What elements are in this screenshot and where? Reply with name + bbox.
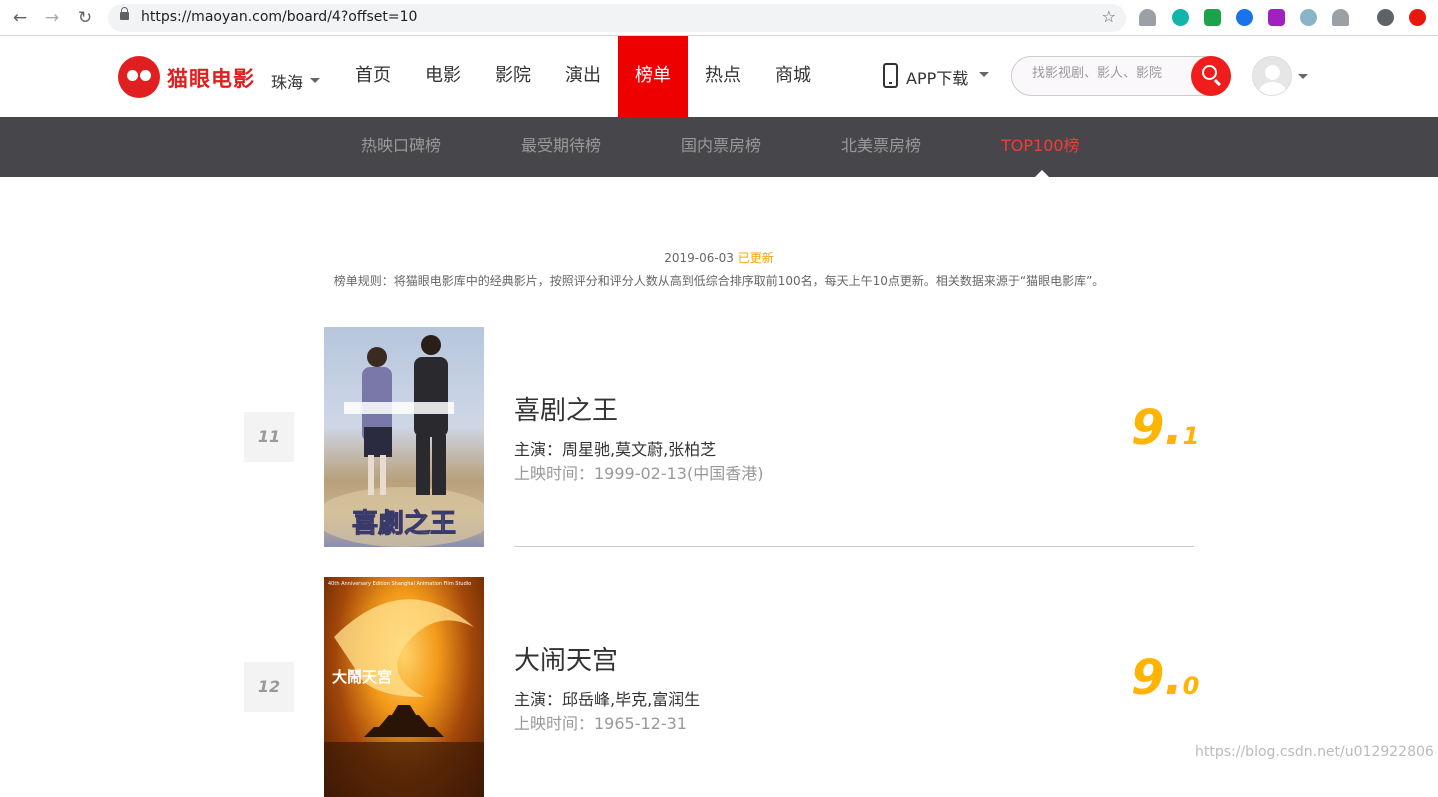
score-fraction: 1 bbox=[1182, 422, 1200, 450]
svg-text:40th Anniversary Edition Shang: 40th Anniversary Edition Shanghai Animat… bbox=[328, 581, 471, 587]
active-tab-indicator bbox=[1035, 170, 1049, 177]
svg-text:大鬧天宮: 大鬧天宮 bbox=[332, 668, 392, 686]
parachute2-extension-icon[interactable] bbox=[1332, 9, 1349, 26]
row-divider bbox=[514, 546, 1194, 547]
chevron-down-icon[interactable] bbox=[1298, 74, 1308, 79]
nav-cinemas[interactable]: 影院 bbox=[478, 36, 548, 117]
tab-domestic-box-office[interactable]: 国内票房榜 bbox=[681, 117, 761, 177]
reload-icon[interactable]: ↻ bbox=[74, 7, 96, 29]
tab-na-box-office[interactable]: 北美票房榜 bbox=[841, 117, 921, 177]
parachute-extension-icon[interactable] bbox=[1139, 9, 1156, 26]
movie-release: 上映时间：1999-02-13(中国香港) bbox=[514, 464, 764, 483]
app-download-link[interactable]: APP下载 bbox=[906, 65, 968, 89]
chevron-down-icon[interactable] bbox=[979, 72, 989, 77]
rank-badge: 12 bbox=[244, 662, 294, 712]
key-extension-icon[interactable] bbox=[1236, 9, 1253, 26]
nav-shows[interactable]: 演出 bbox=[548, 36, 618, 117]
svg-text:喜劇之王: 喜劇之王 bbox=[352, 508, 456, 539]
forward-arrow-icon[interactable]: → bbox=[41, 7, 63, 29]
movie-stars: 主演：邱岳峰,毕克,富润生 bbox=[514, 690, 701, 709]
url-text[interactable]: https://maoyan.com/board/4?offset=10 bbox=[141, 9, 417, 25]
score-fraction: 0 bbox=[1182, 672, 1200, 700]
back-arrow-icon[interactable]: ← bbox=[9, 7, 31, 29]
lock-icon bbox=[120, 7, 129, 20]
score-integer: 9. bbox=[1131, 650, 1183, 706]
movie-score: 9.0 bbox=[1131, 650, 1199, 706]
movie-score: 9.1 bbox=[1131, 400, 1199, 456]
nav-movies[interactable]: 电影 bbox=[408, 36, 478, 117]
satellite-extension-icon[interactable] bbox=[1300, 9, 1317, 26]
update-info: 2019-06-03 已更新 bbox=[0, 249, 1438, 266]
movie-poster[interactable]: 喜劇之王 bbox=[324, 327, 484, 547]
updated-label: 已更新 bbox=[737, 251, 774, 265]
movie-title[interactable]: 大闹天宫 bbox=[514, 640, 618, 677]
search-icon bbox=[1202, 65, 1217, 80]
cat-logo-icon[interactable] bbox=[118, 56, 160, 98]
profile-icon[interactable] bbox=[1377, 9, 1394, 26]
board-rule: 榜单规则：将猫眼电影库中的经典影片，按照评分和评分人数从高到低综合排序取前100… bbox=[333, 274, 1105, 288]
update-date: 2019-06-03 bbox=[664, 251, 734, 265]
address-bar[interactable]: https://maoyan.com/board/4?offset=10 ☆ bbox=[108, 4, 1126, 32]
movie-stars: 主演：周星驰,莫文蔚,张柏芝 bbox=[514, 440, 717, 459]
tab-most-expected[interactable]: 最受期待榜 bbox=[521, 117, 601, 177]
shield-extension-icon[interactable] bbox=[1204, 9, 1221, 26]
search-box bbox=[1011, 56, 1231, 96]
nav-board[interactable]: 榜单 bbox=[618, 36, 688, 117]
search-button[interactable] bbox=[1191, 56, 1231, 96]
rank-badge: 11 bbox=[244, 412, 294, 462]
nav-home[interactable]: 首页 bbox=[338, 36, 408, 117]
bookmark-star-icon[interactable]: ☆ bbox=[1102, 7, 1116, 26]
avatar[interactable] bbox=[1252, 56, 1292, 96]
search-input[interactable] bbox=[1032, 66, 1182, 81]
nav-mall[interactable]: 商城 bbox=[758, 36, 828, 117]
watermark: https://blog.csdn.net/u012922806 bbox=[1195, 744, 1434, 760]
poster-illustration: 喜劇之王 bbox=[324, 335, 484, 547]
phone-icon bbox=[883, 63, 898, 88]
site-logo[interactable]: 猫眼电影 bbox=[167, 63, 255, 93]
movie-poster[interactable]: 40th Anniversary Edition Shanghai Animat… bbox=[324, 577, 484, 797]
city-selector[interactable]: 珠海 bbox=[271, 69, 303, 93]
m-extension-icon[interactable] bbox=[1172, 9, 1189, 26]
poster-illustration: 40th Anniversary Edition Shanghai Animat… bbox=[324, 581, 484, 797]
update-icon[interactable] bbox=[1409, 9, 1426, 26]
rp-extension-icon[interactable] bbox=[1268, 9, 1285, 26]
score-integer: 9. bbox=[1131, 400, 1183, 456]
browser-toolbar: ← → ↻ https://maoyan.com/board/4?offset=… bbox=[0, 0, 1438, 36]
movie-title[interactable]: 喜剧之王 bbox=[514, 390, 618, 427]
tab-hot-reviews[interactable]: 热映口碑榜 bbox=[361, 117, 441, 177]
site-header: 猫眼电影 珠海 首页 电影 影院 演出 榜单 热点 商城 APP下载 bbox=[0, 36, 1438, 117]
movie-release: 上映时间：1965-12-31 bbox=[514, 714, 687, 733]
tab-top100[interactable]: TOP100榜 bbox=[1001, 117, 1080, 177]
nav-hot[interactable]: 热点 bbox=[688, 36, 758, 117]
board-subnav: 热映口碑榜 最受期待榜 国内票房榜 北美票房榜 TOP100榜 bbox=[0, 117, 1438, 177]
chevron-down-icon[interactable] bbox=[310, 78, 320, 83]
